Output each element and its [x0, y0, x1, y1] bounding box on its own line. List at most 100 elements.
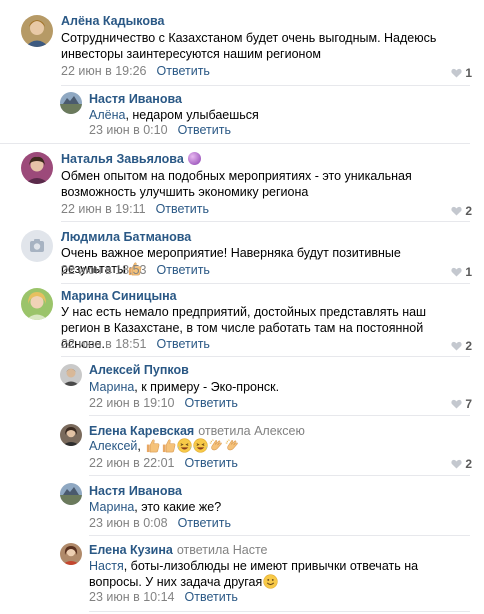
like-button[interactable]: 1 [451, 66, 472, 80]
comment-item: Елена Кузина ответила Насте Настя, боты-л… [0, 536, 484, 614]
comment-item: Наталья Завьялова Обмен опытом на подобн… [0, 144, 484, 222]
comment-meta: 22 июн в 19:10 Ответить [89, 396, 238, 410]
like-count: 2 [465, 339, 472, 353]
comment-text-body: , к примеру - Эко-пронск. [134, 380, 280, 394]
reply-button[interactable]: Ответить [157, 337, 210, 351]
comment-meta: 23 июн в 0:08 Ответить [89, 516, 231, 530]
avatar[interactable] [21, 152, 53, 184]
mention-link[interactable]: Марина [89, 500, 134, 514]
like-count: 1 [465, 66, 472, 80]
comment-date[interactable]: 22 июн в 18:51 [61, 337, 147, 351]
mention-link[interactable]: Алёна [89, 108, 125, 122]
reply-button[interactable]: Ответить [157, 263, 210, 277]
reply-to-label[interactable]: ответила Алексею [198, 424, 305, 438]
comment-text-body: , боты-лизоблюды не имеют привычки отвеч… [89, 559, 419, 589]
divider [61, 356, 470, 357]
like-button[interactable]: 2 [451, 204, 472, 218]
reply-button[interactable]: Ответить [157, 64, 210, 78]
comment-meta: 22 июн в 19:11 Ответить [61, 202, 209, 216]
comment-meta: 23 июн в 0:10 Ответить [89, 123, 231, 137]
reply-button[interactable]: Ответить [185, 456, 238, 470]
avatar[interactable] [21, 15, 53, 47]
comment-date[interactable]: 23 июн в 10:14 [89, 590, 175, 604]
avatar[interactable] [60, 543, 82, 565]
heart-icon [451, 267, 462, 277]
comment-author[interactable]: Настя Иванова [89, 484, 182, 498]
like-button[interactable]: 2 [451, 339, 472, 353]
comment-text-body: , [137, 439, 141, 453]
clapping-emoji [209, 438, 224, 453]
reply-button[interactable]: Ответить [185, 396, 238, 410]
mention-link[interactable]: Настя [89, 559, 124, 573]
comment-item: Людмила Батманова Очень важное мероприят… [0, 222, 484, 284]
comment-meta: 22 июн в 19:26 Ответить [61, 64, 210, 78]
author-name[interactable]: Наталья Завьялова [61, 152, 184, 166]
comment-meta: 22 июн в 22:01 Ответить [89, 456, 238, 470]
heart-icon [451, 68, 462, 78]
comment-date[interactable]: 23 июн в 0:10 [89, 123, 168, 137]
comment-author[interactable]: Людмила Батманова [61, 230, 191, 244]
comment-text-body: , недаром улыбаешься [125, 108, 259, 122]
comment-text: Алёна, недаром улыбаешься [89, 107, 464, 123]
comment-text: Настя, боты-лизоблюды не имеют привычки … [89, 558, 462, 590]
laughing-emoji [193, 438, 208, 453]
author-name[interactable]: Елена Кузина [89, 543, 173, 557]
comment-author[interactable]: Алексей Пупков [89, 363, 189, 377]
comment-item: Алёна Кадыкова Сотрудничество с Казахста… [0, 0, 484, 86]
comment-text: Марина, это какие же? [89, 499, 464, 515]
comment-author[interactable]: Марина Синицына [61, 289, 177, 303]
heart-icon [451, 399, 462, 409]
heart-icon [451, 459, 462, 469]
thumbs-up-emoji [161, 438, 176, 453]
comment-date[interactable]: 22 июн в 22:01 [89, 456, 175, 470]
avatar[interactable] [21, 230, 53, 262]
comment-author[interactable]: Наталья Завьялова [61, 152, 201, 166]
author-name[interactable]: Елена Каревская [89, 424, 194, 438]
reply-button[interactable]: Ответить [178, 516, 231, 530]
like-count: 2 [465, 204, 472, 218]
reply-button[interactable]: Ответить [185, 590, 238, 604]
comment-text: Алексей, [89, 438, 464, 454]
crystal-ball-icon [187, 152, 201, 165]
comment-date[interactable]: 23 июн в 0:08 [89, 516, 168, 530]
comment-text: Марина, к примеру - Эко-пронск. [89, 379, 464, 395]
like-button[interactable]: 7 [451, 397, 472, 411]
reply-button[interactable]: Ответить [156, 202, 209, 216]
comment-item: Марина Синицына У нас есть немало предпр… [0, 284, 484, 356]
avatar[interactable] [21, 288, 53, 320]
comment-text: Сотрудничество с Казахстаном будет очень… [61, 31, 437, 61]
comment-author[interactable]: Елена Каревская ответила Алексею [89, 424, 305, 438]
comment-meta: 22 июн в 18:51 Ответить [61, 337, 210, 351]
mention-link[interactable]: Алексей [89, 439, 137, 453]
like-button[interactable]: 1 [451, 265, 472, 279]
thumbs-up-emoji [145, 438, 160, 453]
comment-date[interactable]: 22 июн в 19:10 [89, 396, 175, 410]
comment-item: Елена Каревская ответила Алексею Алексей,… [0, 416, 484, 476]
avatar[interactable] [60, 364, 82, 386]
comment-item: Настя Иванова Марина, это какие же? 23 и… [0, 476, 484, 536]
comment-item: Алексей Пупков Марина, к примеру - Эко-п… [0, 356, 484, 416]
reply-to-label[interactable]: ответила Насте [177, 543, 268, 557]
comment-text: Обмен опытом на подобных мероприятиях - … [61, 169, 412, 199]
comment-author[interactable]: Настя Иванова [89, 92, 182, 106]
heart-icon [451, 206, 462, 216]
comment-date[interactable]: 22 июн в 19:26 [61, 64, 147, 78]
avatar[interactable] [60, 483, 82, 505]
mention-link[interactable]: Марина [89, 380, 134, 394]
like-count: 1 [465, 265, 472, 279]
comment-author[interactable]: Алёна Кадыкова [61, 14, 164, 28]
reply-button[interactable]: Ответить [178, 123, 231, 137]
smile-emoji [263, 574, 278, 589]
like-count: 7 [465, 397, 472, 411]
comment-date[interactable]: 22 июн в 18:53 [61, 263, 147, 277]
like-count: 2 [465, 457, 472, 471]
comment-date[interactable]: 22 июн в 19:11 [61, 202, 146, 216]
comment-text-body: , это какие же? [134, 500, 222, 514]
laughing-emoji [177, 438, 192, 453]
like-button[interactable]: 2 [451, 457, 472, 471]
avatar[interactable] [60, 424, 82, 446]
heart-icon [451, 341, 462, 351]
avatar[interactable] [60, 92, 82, 114]
comment-meta: 22 июн в 18:53 Ответить [61, 263, 210, 277]
comment-author[interactable]: Елена Кузина ответила Насте [89, 543, 268, 557]
